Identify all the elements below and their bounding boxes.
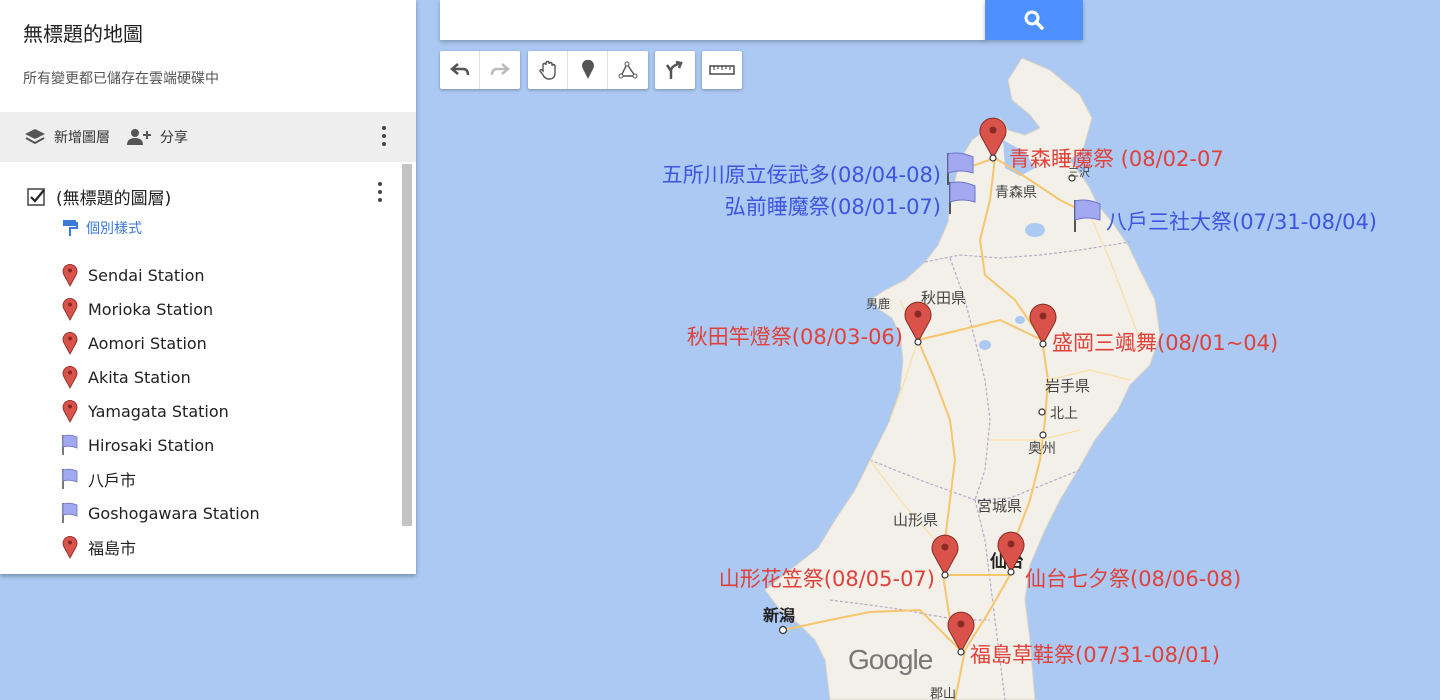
blue-flag-icon bbox=[60, 433, 80, 457]
marker-label-sendai: 仙台七夕祭(08/06-08) bbox=[1025, 567, 1241, 591]
list-item[interactable]: Sendai Station bbox=[60, 258, 260, 292]
hand-icon bbox=[538, 60, 556, 80]
list-item[interactable]: 福島市 bbox=[60, 530, 260, 564]
layers-icon bbox=[25, 129, 45, 145]
redo-icon bbox=[490, 63, 510, 76]
directions-icon bbox=[665, 60, 683, 79]
add-layer-button[interactable]: 新增圖層 bbox=[24, 127, 110, 147]
list-item[interactable]: Aomori Station bbox=[60, 326, 260, 360]
layer-section: (無標題的圖層) 個別樣式 Sendai Station Morioka Sta… bbox=[0, 162, 416, 574]
add-person-icon bbox=[127, 129, 151, 145]
checkbox-checked-icon bbox=[27, 187, 45, 206]
list-item[interactable]: Goshogawara Station bbox=[60, 496, 260, 530]
marker-label-hirosaki: 弘前睡魔祭(08/01-07) bbox=[725, 195, 941, 219]
red-pin-icon bbox=[60, 535, 80, 559]
map-title[interactable]: 無標題的地圖 bbox=[23, 18, 393, 47]
line-icon bbox=[618, 61, 638, 79]
place-label-kitakami: 北上 bbox=[1050, 406, 1078, 422]
marker-icon bbox=[581, 60, 594, 79]
redo-button[interactable] bbox=[480, 51, 520, 89]
feature-label: Akita Station bbox=[88, 367, 191, 387]
red-pin-icon bbox=[60, 331, 80, 355]
undo-redo-group bbox=[440, 51, 520, 89]
draw-line-button[interactable] bbox=[608, 51, 648, 89]
search-button[interactable] bbox=[985, 0, 1083, 40]
blue-flag-icon bbox=[60, 501, 80, 525]
share-label: 分享 bbox=[160, 130, 188, 146]
feature-label: Aomori Station bbox=[88, 333, 207, 353]
feature-label: 福島市 bbox=[88, 539, 137, 558]
directions-button[interactable] bbox=[655, 51, 695, 89]
red-pin-icon bbox=[60, 297, 80, 321]
directions-group bbox=[655, 51, 695, 89]
layer-header: (無標題的圖層) bbox=[26, 184, 171, 209]
feature-list: Sendai Station Morioka Station Aomori St… bbox=[60, 258, 260, 564]
share-button[interactable]: 分享 bbox=[126, 127, 188, 147]
more-options-icon[interactable] bbox=[382, 126, 388, 148]
individual-styles-label: 個別樣式 bbox=[86, 221, 142, 237]
marker-label-aomori: 青森睡魔祭 (08/02-07 bbox=[1009, 147, 1224, 171]
undo-button[interactable] bbox=[440, 51, 480, 89]
layer-visibility-checkbox[interactable] bbox=[26, 187, 46, 207]
add-marker-button[interactable] bbox=[568, 51, 608, 89]
google-watermark: Google bbox=[848, 644, 933, 675]
measure-button[interactable] bbox=[702, 51, 742, 89]
red-pin-icon bbox=[60, 399, 80, 423]
list-item[interactable]: Hirosaki Station bbox=[60, 428, 260, 462]
place-label-miyagi-pref: 宮城県 bbox=[977, 497, 1022, 515]
place-label-niigata: 新潟 bbox=[763, 606, 795, 625]
add-layer-label: 新增圖層 bbox=[54, 130, 110, 146]
feature-label: Morioka Station bbox=[88, 299, 214, 319]
place-label-aomori: 青森県 bbox=[995, 185, 1037, 201]
marker-label-fukushima: 福島草鞋祭(07/31-08/01) bbox=[970, 643, 1220, 667]
save-status: 所有變更都已儲存在雲端硬碟中 bbox=[23, 71, 219, 87]
measure-group bbox=[702, 51, 742, 89]
list-item[interactable]: Morioka Station bbox=[60, 292, 260, 326]
marker-label-hachinohe: 八戶三社大祭(07/31-08/04) bbox=[1106, 210, 1377, 234]
feature-label: Goshogawara Station bbox=[88, 503, 260, 523]
place-label-iwate-pref: 岩手県 bbox=[1045, 377, 1090, 395]
layer-toolbar: 新增圖層 分享 bbox=[0, 112, 416, 162]
paint-roller-icon bbox=[63, 220, 78, 236]
marker-label-akita: 秋田竿燈祭(08/03-06) bbox=[687, 325, 903, 349]
draw-tools-group bbox=[528, 51, 648, 89]
feature-label: 八戶市 bbox=[88, 471, 137, 490]
undo-icon bbox=[449, 63, 469, 76]
panel-header: 無標題的地圖 所有變更都已儲存在雲端硬碟中 bbox=[0, 0, 416, 112]
individual-styles-link[interactable]: 個別樣式 bbox=[62, 218, 142, 238]
blue-flag-icon bbox=[60, 467, 80, 491]
place-label-oshu: 奥州 bbox=[1028, 440, 1056, 457]
place-label-koriyama: 郡山 bbox=[930, 687, 956, 700]
list-item[interactable]: Yamagata Station bbox=[60, 394, 260, 428]
feature-label: Hirosaki Station bbox=[88, 435, 215, 455]
pan-tool-button[interactable] bbox=[528, 51, 568, 89]
panel-scrollbar[interactable] bbox=[402, 164, 412, 526]
list-item[interactable]: Akita Station bbox=[60, 360, 260, 394]
search-input[interactable] bbox=[440, 0, 986, 40]
place-label-yamagata-pref: 山形県 bbox=[893, 511, 938, 529]
place-label-akita-pref: 秋田県 bbox=[921, 289, 966, 307]
red-pin-icon bbox=[60, 263, 80, 287]
list-item[interactable]: 八戶市 bbox=[60, 462, 260, 496]
place-label-oga: 男鹿 bbox=[866, 296, 890, 311]
feature-label: Yamagata Station bbox=[88, 401, 229, 421]
marker-label-yamagata: 山形花笠祭(08/05-07) bbox=[719, 567, 935, 591]
map-sidebar-panel: 無標題的地圖 所有變更都已儲存在雲端硬碟中 新增圖層 分享 (無標題的圖層) 個… bbox=[0, 0, 416, 574]
ruler-icon bbox=[709, 65, 735, 75]
layer-options-icon[interactable] bbox=[378, 182, 382, 206]
marker-label-morioka: 盛岡三颯舞(08/01~04) bbox=[1052, 331, 1278, 355]
red-pin-icon bbox=[60, 365, 80, 389]
search-icon bbox=[1024, 10, 1044, 30]
feature-label: Sendai Station bbox=[88, 265, 205, 285]
layer-name[interactable]: (無標題的圖層) bbox=[56, 184, 171, 209]
marker-label-goshogawara: 五所川原立佞武多(08/04-08) bbox=[662, 163, 941, 187]
